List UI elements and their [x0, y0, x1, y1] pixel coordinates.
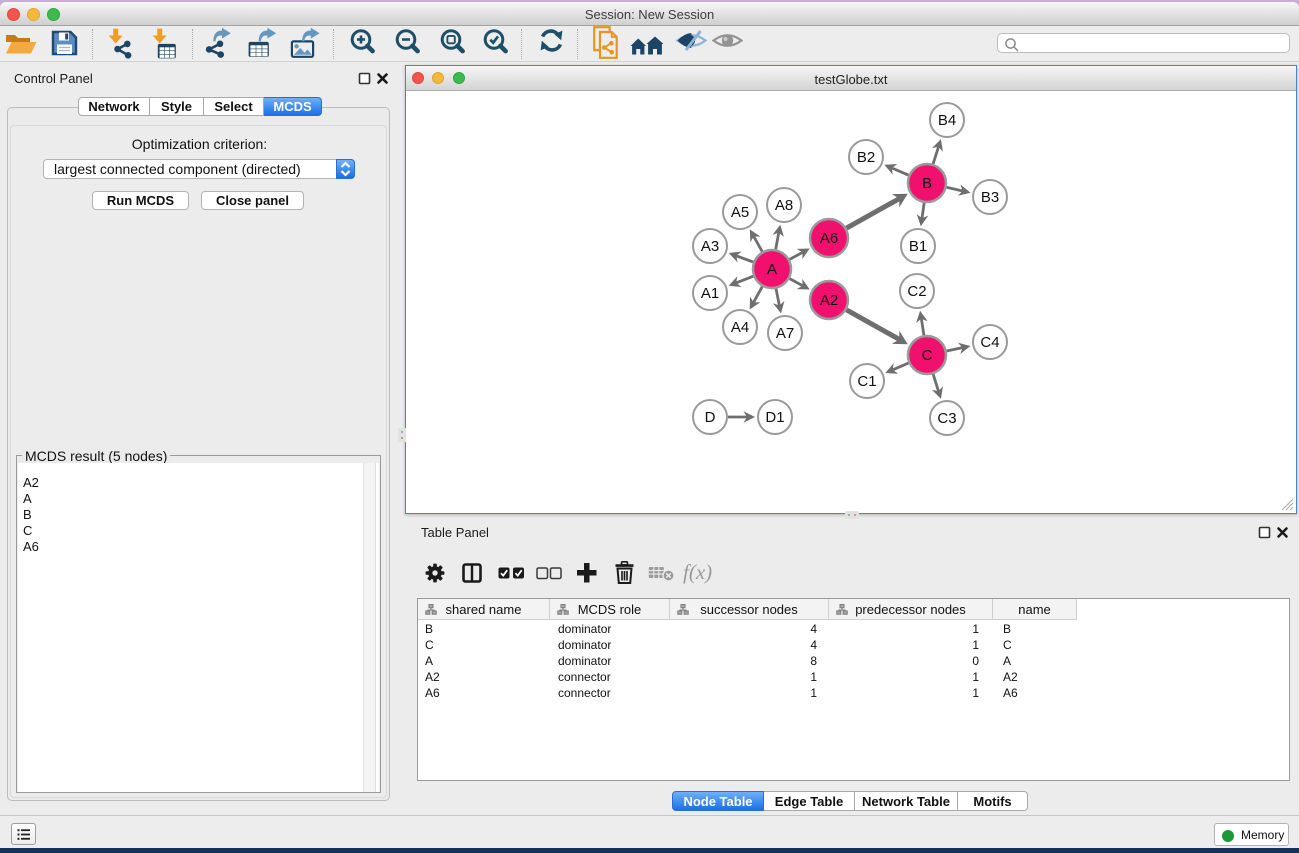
svg-text:A8: A8	[775, 197, 793, 214]
svg-text:A6: A6	[820, 230, 838, 247]
svg-text:A: A	[767, 261, 777, 278]
svg-text:A3: A3	[701, 238, 719, 255]
svg-text:A1: A1	[701, 285, 719, 302]
svg-text:B3: B3	[981, 189, 999, 206]
svg-text:B4: B4	[938, 112, 956, 129]
svg-text:C1: C1	[857, 373, 876, 390]
svg-text:C4: C4	[980, 334, 999, 351]
svg-text:A5: A5	[731, 204, 749, 221]
svg-text:B1: B1	[909, 238, 927, 255]
svg-text:C2: C2	[907, 283, 926, 300]
svg-text:B2: B2	[857, 149, 875, 166]
svg-text:C: C	[922, 347, 933, 364]
svg-text:A2: A2	[820, 292, 838, 309]
svg-text:A4: A4	[731, 319, 749, 336]
svg-text:A7: A7	[776, 325, 794, 342]
svg-text:D: D	[705, 409, 716, 426]
svg-text:D1: D1	[765, 409, 784, 426]
svg-text:B: B	[922, 175, 932, 192]
svg-text:C3: C3	[937, 410, 956, 427]
